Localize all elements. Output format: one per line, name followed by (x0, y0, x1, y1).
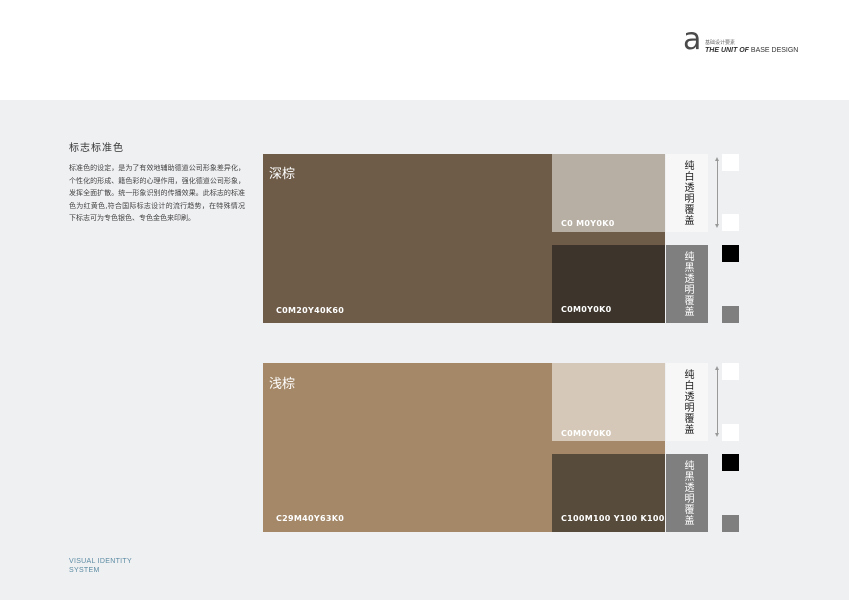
light-gray-swatch (722, 515, 739, 532)
dark-brown-main-code: C0M20Y40K60 (276, 306, 345, 315)
dark-brown-name: 深棕 (269, 167, 296, 182)
light-black-label-text: 纯黑透明覆盖 (682, 460, 693, 526)
logo-chinese-caption: 基础设计要素 (705, 40, 736, 46)
footer-label: VISUAL IDENTITY SYSTEM (69, 557, 132, 575)
dark-arrow-down-icon (715, 224, 719, 228)
dark-white-label-text: 纯白透明覆盖 (682, 160, 693, 226)
light-gradient-arrow-line (717, 369, 718, 435)
light-brown-main-code: C29M40Y63K0 (276, 514, 345, 523)
footer-line-1: VISUAL IDENTITY (69, 558, 132, 565)
light-black-swatch (722, 454, 739, 471)
dark-arrow-up-icon (715, 157, 719, 161)
logo-english-rest: BASE DESIGN (748, 47, 799, 54)
dark-brown-main-swatch (263, 154, 552, 323)
dark-white-overlay-label: 纯白透明覆盖 (666, 154, 708, 232)
light-brown-white-overlay-code: C0M0Y0K0 (561, 429, 612, 438)
light-brown-main-swatch (263, 363, 552, 532)
logo-letter: a (683, 22, 702, 57)
dark-brown-black-overlay-code: C0M0Y0K0 (561, 305, 612, 314)
light-brown-black-overlay-code: C100M100 Y100 K100 (561, 514, 665, 523)
dark-gray-swatch (722, 306, 739, 323)
light-white-label-text: 纯白透明覆盖 (682, 369, 693, 435)
dark-white-swatch-2 (722, 214, 739, 231)
light-brown-mid-strip (552, 441, 665, 454)
light-arrow-up-icon (715, 366, 719, 370)
light-white-swatch (722, 363, 739, 380)
dark-brown-mid-strip (552, 232, 665, 245)
section-title: 标志标准色 (69, 143, 124, 154)
footer-line-2: SYSTEM (69, 567, 100, 574)
light-white-swatch-2 (722, 424, 739, 441)
description-text: 标准色的设定，是为了有效地辅助德道公司形象差异化，个性化的形成、籍色彩的心理作用… (69, 164, 245, 222)
light-brown-name: 浅棕 (269, 377, 296, 392)
light-black-overlay-label: 纯黑透明覆盖 (666, 454, 708, 532)
dark-black-swatch (722, 245, 739, 262)
dark-black-label-text: 纯黑透明覆盖 (682, 251, 693, 317)
dark-gradient-arrow-line (717, 160, 718, 226)
dark-white-swatch (722, 154, 739, 171)
light-white-overlay-label: 纯白透明覆盖 (666, 363, 708, 441)
light-arrow-down-icon (715, 433, 719, 437)
header-area: a 基础设计要素 THE UNIT OF BASE DESIGN (0, 0, 849, 100)
dark-brown-white-overlay-code: C0 M0Y0K0 (561, 219, 615, 228)
dark-black-overlay-label: 纯黑透明覆盖 (666, 245, 708, 323)
logo-english-caption: THE UNIT OF BASE DESIGN (705, 47, 798, 54)
logo-english-bold: THE UNIT OF (705, 47, 749, 54)
